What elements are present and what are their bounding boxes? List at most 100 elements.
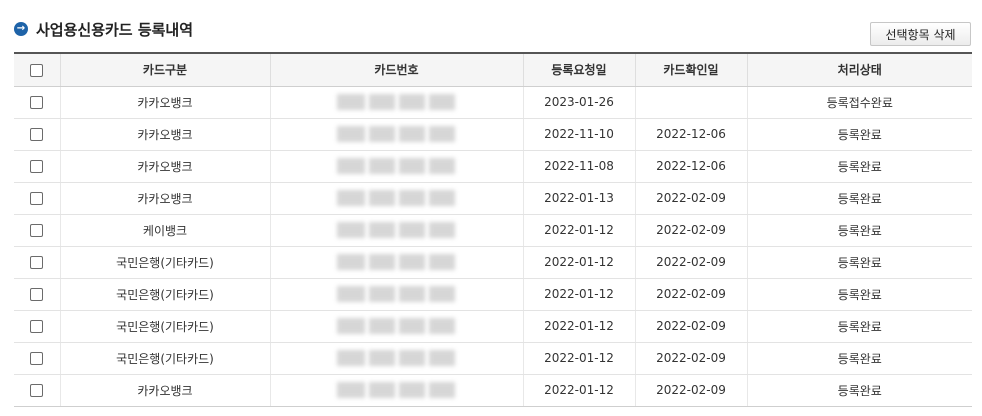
request-date-cell: 2022-01-12 [522, 310, 635, 343]
row-select-cell [14, 342, 60, 375]
row-select-cell [14, 310, 60, 343]
card-number-cell [269, 150, 523, 183]
confirm-date-cell [634, 86, 747, 119]
page-title: 사업용신용카드 등록내역 [36, 21, 194, 39]
request-date-cell: 2022-01-12 [522, 246, 635, 279]
row-checkbox[interactable] [30, 96, 44, 109]
card-type-cell: 국민은행(기타카드) [59, 246, 270, 279]
card-number-redacted [336, 190, 457, 206]
table-header-row: 카드구분 카드번호 등록요청일 카드확인일 처리상태 [14, 52, 972, 87]
confirm-date-cell: 2022-12-06 [634, 118, 747, 151]
card-registration-table: 카드구분 카드번호 등록요청일 카드확인일 처리상태 카카오뱅크 2023-01-… [14, 52, 972, 407]
row-select-cell [14, 246, 60, 279]
confirm-date-cell: 2022-02-09 [634, 374, 747, 407]
status-cell: 등록접수완료 [746, 86, 972, 119]
status-cell: 등록완료 [746, 214, 972, 247]
card-number-cell [269, 214, 523, 247]
request-date-cell: 2022-11-10 [522, 118, 635, 151]
card-type-cell: 카카오뱅크 [59, 150, 270, 183]
arrow-right-circle-icon: → [14, 22, 28, 36]
select-all-checkbox[interactable] [30, 63, 44, 77]
card-number-cell [269, 374, 523, 407]
card-number-cell [269, 246, 523, 279]
row-select-cell [14, 278, 60, 311]
card-type-cell: 카카오뱅크 [59, 86, 270, 119]
card-number-redacted [336, 318, 457, 334]
row-checkbox[interactable] [30, 160, 44, 173]
confirm-date-cell: 2022-02-09 [634, 278, 747, 311]
card-number-redacted [336, 222, 457, 238]
row-checkbox[interactable] [30, 352, 44, 365]
table-row: 국민은행(기타카드) 2022-01-12 2022-02-09 등록완료 [14, 310, 972, 343]
row-checkbox[interactable] [30, 128, 44, 141]
row-checkbox[interactable] [30, 224, 44, 237]
card-number-cell [269, 182, 523, 215]
row-checkbox[interactable] [30, 288, 44, 301]
table-row: 국민은행(기타카드) 2022-01-12 2022-02-09 등록완료 [14, 246, 972, 279]
row-select-cell [14, 182, 60, 215]
row-select-cell [14, 214, 60, 247]
card-number-redacted [336, 286, 457, 302]
status-cell: 등록완료 [746, 150, 972, 183]
row-checkbox[interactable] [30, 192, 44, 205]
card-number-redacted [336, 382, 457, 398]
page-header: → 사업용신용카드 등록내역 선택항목 삭제 [0, 0, 982, 52]
card-type-cell: 국민은행(기타카드) [59, 278, 270, 311]
table-row: 카카오뱅크 2022-11-10 2022-12-06 등록완료 [14, 118, 972, 151]
card-number-redacted [336, 158, 457, 174]
card-number-redacted [336, 254, 457, 270]
table-row: 케이뱅크 2022-01-12 2022-02-09 등록완료 [14, 214, 972, 247]
status-cell: 등록완료 [746, 342, 972, 375]
confirm-date-cell: 2022-02-09 [634, 182, 747, 215]
status-cell: 등록완료 [746, 182, 972, 215]
confirm-date-cell: 2022-12-06 [634, 150, 747, 183]
card-type-cell: 국민은행(기타카드) [59, 342, 270, 375]
confirm-date-cell: 2022-02-09 [634, 246, 747, 279]
card-number-redacted [336, 94, 457, 110]
card-number-cell [269, 86, 523, 119]
status-cell: 등록완료 [746, 118, 972, 151]
request-date-cell: 2022-01-13 [522, 182, 635, 215]
confirm-date-cell: 2022-02-09 [634, 214, 747, 247]
card-type-cell: 카카오뱅크 [59, 374, 270, 407]
select-all-header [14, 52, 60, 87]
confirm-date-cell: 2022-02-09 [634, 310, 747, 343]
request-date-cell: 2022-01-12 [522, 214, 635, 247]
card-type-cell: 케이뱅크 [59, 214, 270, 247]
table-row: 카카오뱅크 2022-01-12 2022-02-09 등록완료 [14, 374, 972, 407]
card-number-cell [269, 118, 523, 151]
row-checkbox[interactable] [30, 256, 44, 269]
delete-selected-button[interactable]: 선택항목 삭제 [870, 22, 971, 46]
row-checkbox[interactable] [30, 320, 44, 333]
card-number-cell [269, 278, 523, 311]
status-cell: 등록완료 [746, 310, 972, 343]
table-row: 국민은행(기타카드) 2022-01-12 2022-02-09 등록완료 [14, 278, 972, 311]
column-header-request-date: 등록요청일 [522, 52, 635, 87]
confirm-date-cell: 2022-02-09 [634, 342, 747, 375]
card-type-cell: 카카오뱅크 [59, 118, 270, 151]
column-header-card-type: 카드구분 [59, 52, 270, 87]
status-cell: 등록완료 [746, 374, 972, 407]
row-select-cell [14, 86, 60, 119]
table-row: 카카오뱅크 2022-01-13 2022-02-09 등록완료 [14, 182, 972, 215]
table-row: 카카오뱅크 2023-01-26 등록접수완료 [14, 86, 972, 119]
column-header-status: 처리상태 [746, 52, 972, 87]
table-row: 국민은행(기타카드) 2022-01-12 2022-02-09 등록완료 [14, 342, 972, 375]
column-header-card-number: 카드번호 [269, 52, 523, 87]
status-cell: 등록완료 [746, 246, 972, 279]
card-type-cell: 국민은행(기타카드) [59, 310, 270, 343]
row-checkbox[interactable] [30, 384, 44, 397]
row-select-cell [14, 118, 60, 151]
card-number-cell [269, 342, 523, 375]
card-number-redacted [336, 350, 457, 366]
card-type-cell: 카카오뱅크 [59, 182, 270, 215]
request-date-cell: 2022-01-12 [522, 342, 635, 375]
request-date-cell: 2022-01-12 [522, 278, 635, 311]
row-select-cell [14, 374, 60, 407]
row-select-cell [14, 150, 60, 183]
card-number-cell [269, 310, 523, 343]
column-header-confirm-date: 카드확인일 [634, 52, 747, 87]
table-row: 카카오뱅크 2022-11-08 2022-12-06 등록완료 [14, 150, 972, 183]
request-date-cell: 2023-01-26 [522, 86, 635, 119]
card-number-redacted [336, 126, 457, 142]
